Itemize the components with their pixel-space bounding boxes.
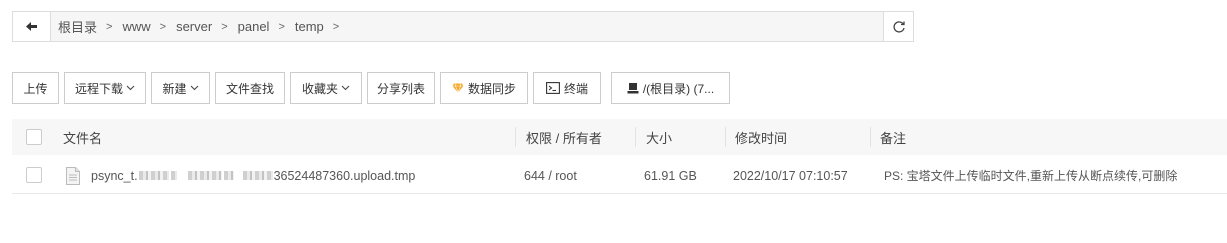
file-icon xyxy=(66,157,80,194)
arrow-left-icon xyxy=(26,22,37,31)
redacted-text xyxy=(138,171,169,180)
breadcrumb-separator: > xyxy=(221,20,228,33)
breadcrumb-root[interactable]: 根目录 xyxy=(58,17,97,36)
file-search-button[interactable]: 文件查找 xyxy=(215,72,285,104)
file-remark: PS: 宝塔文件上传临时文件,重新上传从断点续传,可删除 xyxy=(884,169,1178,183)
breadcrumb-separator: > xyxy=(278,20,285,33)
column-divider xyxy=(725,127,726,147)
column-divider xyxy=(870,127,871,147)
upload-label: 上传 xyxy=(23,81,48,96)
chevron-down-icon xyxy=(126,85,135,91)
header-modified[interactable]: 修改时间 xyxy=(735,119,787,155)
refresh-icon xyxy=(892,20,905,33)
file-search-label: 文件查找 xyxy=(225,81,274,96)
breadcrumb: 根目录 > www > server > panel > temp > xyxy=(51,12,883,41)
file-name[interactable]: psync_t. 36524487360.upload.tmp xyxy=(91,157,415,194)
chevron-down-icon xyxy=(341,85,350,91)
table-row[interactable]: psync_t. 36524487360.upload.tmp 644 / ro… xyxy=(12,157,1227,194)
disk-icon xyxy=(627,82,639,94)
column-divider xyxy=(635,127,636,147)
refresh-button[interactable] xyxy=(883,12,913,41)
share-list-label: 分享列表 xyxy=(376,81,425,96)
redacted-text xyxy=(187,171,222,180)
gem-icon xyxy=(452,83,464,93)
breadcrumb-separator: > xyxy=(332,20,340,33)
redacted-text xyxy=(223,171,234,180)
row-checkbox[interactable] xyxy=(26,167,42,183)
data-sync-button[interactable]: 数据同步 xyxy=(440,72,528,104)
favorites-label: 收藏夹 xyxy=(301,81,338,96)
new-button[interactable]: 新建 xyxy=(151,72,210,104)
header-filename[interactable]: 文件名 xyxy=(63,119,102,155)
file-name-prefix: psync_t. xyxy=(91,168,138,183)
disk-button[interactable]: /(根目录) (7... xyxy=(611,72,730,104)
file-modified: 2022/10/17 07:10:57 xyxy=(733,168,848,183)
breadcrumb-www[interactable]: www xyxy=(122,19,150,34)
back-button[interactable] xyxy=(13,12,51,41)
file-name-suffix: 36524487360.upload.tmp xyxy=(273,168,416,183)
redacted-text xyxy=(242,171,273,180)
redacted-text xyxy=(170,171,177,180)
upload-button[interactable]: 上传 xyxy=(12,72,59,104)
terminal-label: 终端 xyxy=(563,81,588,96)
share-list-button[interactable]: 分享列表 xyxy=(367,72,435,104)
terminal-button[interactable]: 终端 xyxy=(533,72,601,104)
header-permission[interactable]: 权限 / 所有者 xyxy=(526,119,602,155)
path-bar: 根目录 > www > server > panel > temp > xyxy=(12,11,914,42)
breadcrumb-server[interactable]: server xyxy=(176,19,212,34)
file-permission[interactable]: 644 / root xyxy=(524,157,577,194)
remote-download-label: 远程下载 xyxy=(74,81,123,96)
header-remark: 备注 xyxy=(880,130,907,146)
chevron-down-icon xyxy=(190,85,198,91)
breadcrumb-separator: > xyxy=(159,20,167,33)
breadcrumb-temp[interactable]: temp xyxy=(295,19,324,34)
breadcrumb-panel[interactable]: panel xyxy=(238,19,270,34)
file-size: 61.91 GB xyxy=(644,168,697,183)
breadcrumb-separator: > xyxy=(106,20,113,33)
favorites-button[interactable]: 收藏夹 xyxy=(290,72,362,104)
select-all-checkbox[interactable] xyxy=(26,129,42,145)
remote-download-button[interactable]: 远程下载 xyxy=(64,72,146,104)
data-sync-label: 数据同步 xyxy=(467,81,516,96)
terminal-icon xyxy=(546,82,560,94)
header-size[interactable]: 大小 xyxy=(646,119,672,155)
column-divider xyxy=(515,127,516,147)
table-header: 文件名 权限 / 所有者 大小 修改时间 备注 xyxy=(12,119,1227,155)
new-label: 新建 xyxy=(162,81,187,96)
toolbar: 上传 远程下载 新建 文件查找 收藏夹 分享列表 数据同步 终端 /(根目录) … xyxy=(12,72,735,104)
disk-label: /(根目录) (7... xyxy=(642,81,715,96)
